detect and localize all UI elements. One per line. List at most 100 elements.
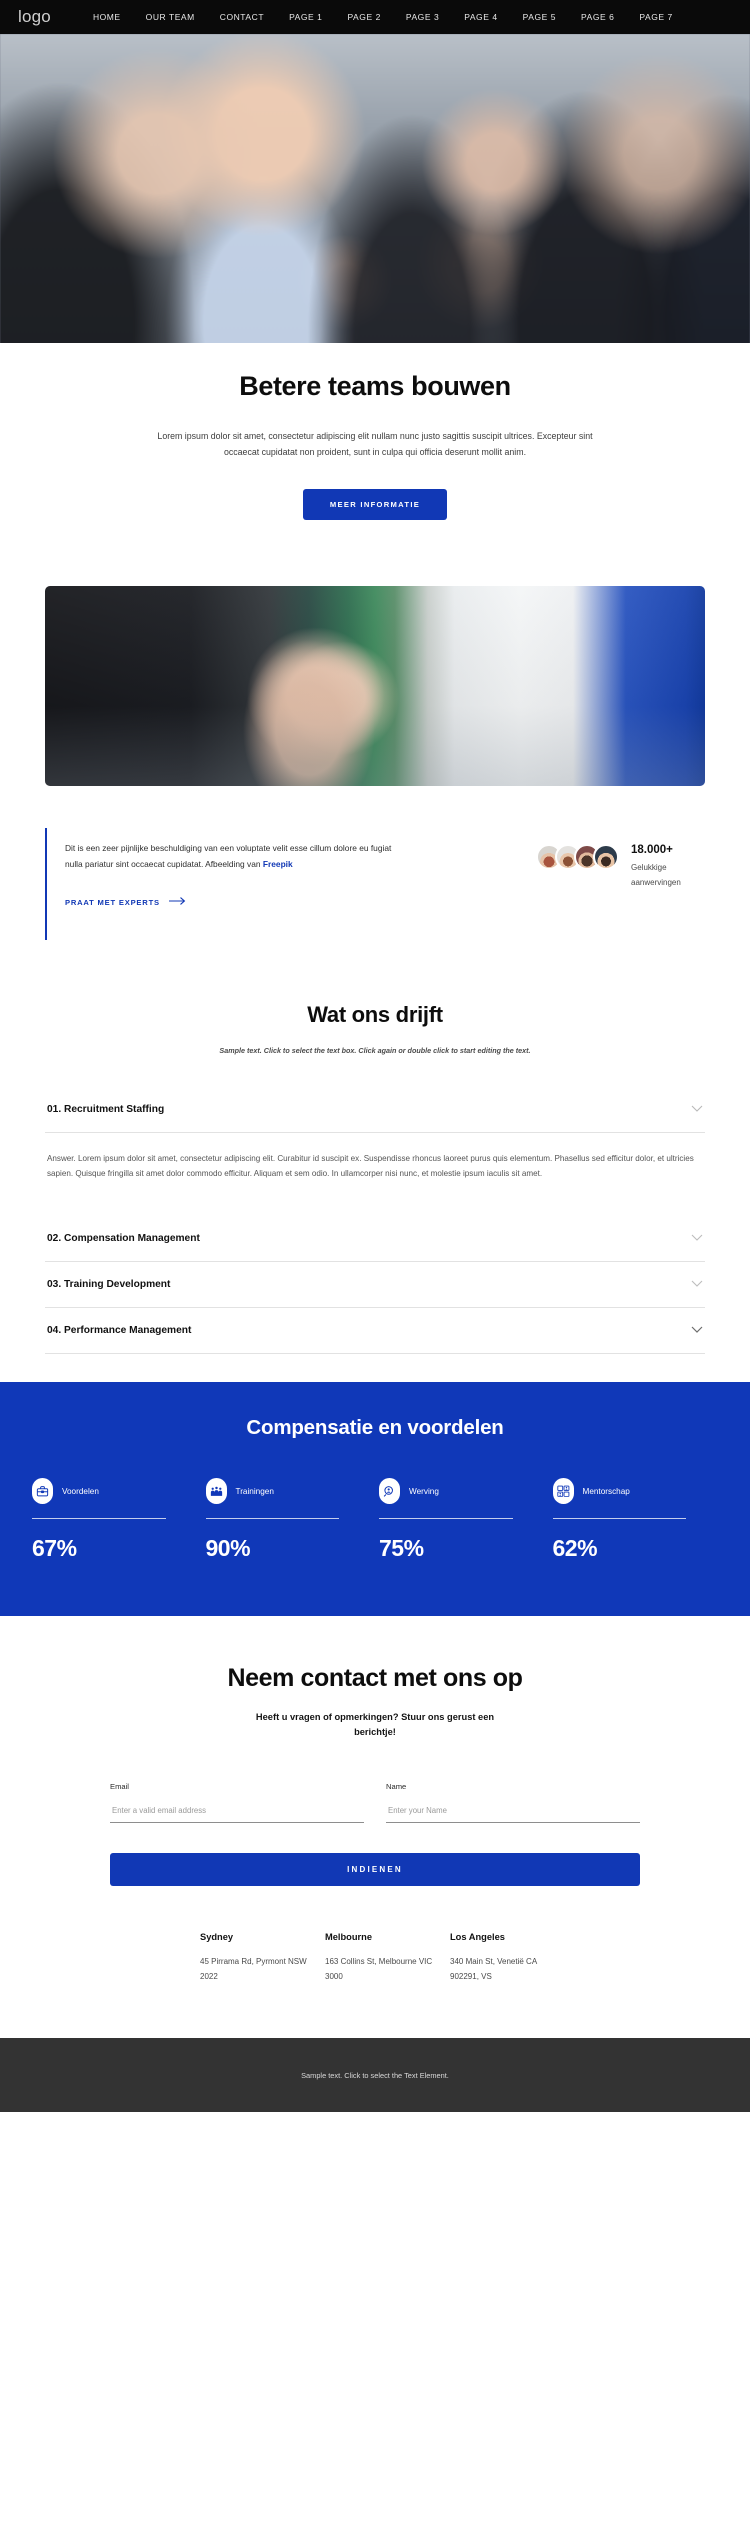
name-input[interactable] (386, 1803, 640, 1823)
team-photo-section (0, 543, 750, 786)
office-sydney: Sydney 45 Pirrama Rd, Pyrmont NSW 2022 (200, 1932, 325, 1984)
office-city-los-angeles: Los Angeles (450, 1931, 505, 1942)
testimonial-text: Dit is een zeer pijnlijke beschuldiging … (65, 840, 405, 874)
office-city-sydney: Sydney (200, 1931, 234, 1942)
main-navigation: HOME OUR TEAM CONTACT PAGE 1 PAGE 2 PAGE… (93, 12, 673, 22)
name-label: Name (386, 1781, 407, 1791)
nav-item-contact[interactable]: CONTACT (220, 12, 264, 22)
email-label: Email (110, 1781, 129, 1791)
hero-content: Betere teams bouwen Lorem ipsum dolor si… (0, 343, 750, 544)
benefits-section: Compensatie en voordelen Voordelen 67% T… (0, 1382, 750, 1617)
accordion-title-4: 04. Performance Management (47, 1325, 192, 1337)
nav-item-page-3[interactable]: PAGE 3 (406, 12, 439, 22)
benefits-grid: Voordelen 67% Trainingen 90% Werving 75%… (32, 1478, 718, 1562)
testimonial-body: Dit is een zeer pijnlijke beschuldiging … (65, 842, 392, 870)
people-group-icon (205, 1478, 227, 1505)
office-address-los-angeles: 340 Main St, Venetië CA 902291, VS (450, 1956, 537, 1982)
nav-item-page-5[interactable]: PAGE 5 (523, 12, 556, 22)
hires-stat-text: 18.000+ Gelukkige aanwervingen (631, 844, 697, 891)
nav-item-page-4[interactable]: PAGE 4 (464, 12, 497, 22)
benefit-head-1: Voordelen (32, 1478, 188, 1505)
benefit-label-3: Werving (409, 1486, 439, 1496)
accordion-item-4: 04. Performance Management (45, 1308, 705, 1355)
offices-list: Sydney 45 Pirrama Rd, Pyrmont NSW 2022 M… (200, 1932, 750, 1984)
contact-section: Neem contact met ons op Heeft u vragen o… (0, 1616, 750, 1985)
benefit-value-2: 90% (205, 1535, 251, 1562)
accordion-item-2: 02. Compensation Management (45, 1216, 705, 1263)
benefit-cell-werving: Werving 75% (379, 1478, 545, 1562)
values-subtitle: Sample text. Click to select the text bo… (219, 1045, 531, 1055)
benefit-cell-mentorschap: Mentorschap 62% (552, 1478, 719, 1562)
contact-subtitle: Heeft u vragen of opmerkingen? Stuur ons… (255, 1712, 495, 1738)
nav-item-page-7[interactable]: PAGE 7 (639, 12, 672, 22)
chevron-down-icon[interactable] (691, 1325, 703, 1336)
accordion-list: 01. Recruitment Staffing Answer. Lorem i… (45, 1087, 705, 1355)
benefits-title: Compensatie en voordelen (246, 1416, 504, 1440)
email-input[interactable] (110, 1803, 364, 1823)
office-los-angeles: Los Angeles 340 Main St, Venetië CA 9022… (450, 1932, 575, 1984)
benefit-label-4: Mentorschap (582, 1486, 630, 1496)
contact-title: Neem contact met ons op (227, 1664, 523, 1693)
chevron-down-icon[interactable] (691, 1279, 703, 1290)
footer-text: Sample text. Click to select the Text El… (301, 2070, 449, 2080)
talk-to-experts-label: PRAAT MET EXPERTS (65, 897, 160, 907)
nav-item-page-6[interactable]: PAGE 6 (581, 12, 614, 22)
team-handshake-photo (45, 585, 705, 786)
values-section: Wat ons drijft Sample text. Click to sel… (0, 949, 750, 1383)
happy-hires-stat: 18.000+ Gelukkige aanwervingen (536, 828, 705, 891)
briefcase-icon (32, 1478, 53, 1505)
benefit-value-1: 67% (32, 1535, 77, 1562)
magnifier-person-icon (379, 1478, 400, 1505)
benefit-value-4: 62% (552, 1535, 598, 1562)
testimonial-block: Dit is een zeer pijnlijke beschuldiging … (45, 827, 405, 940)
benefit-head-4: Mentorschap (552, 1478, 709, 1505)
nav-item-page-1[interactable]: PAGE 1 (289, 12, 322, 22)
freepik-link[interactable]: Freepik (263, 859, 293, 869)
office-address-melbourne: 163 Collins St, Melbourne VIC 3000 (325, 1956, 433, 1982)
chevron-down-icon[interactable] (691, 1104, 703, 1115)
site-logo[interactable]: logo (18, 7, 51, 27)
hires-count: 18.000+ (631, 843, 673, 856)
chevron-down-icon[interactable] (691, 1233, 703, 1244)
arrow-right-icon (168, 897, 187, 907)
testimonial-row: Dit is een zeer pijnlijke beschuldiging … (45, 827, 705, 950)
contact-form: Email Name (110, 1782, 640, 1823)
accordion-title-1: 01. Recruitment Staffing (47, 1103, 165, 1115)
name-field-group: Name (386, 1782, 640, 1823)
id-cards-icon (552, 1478, 574, 1505)
office-melbourne: Melbourne 163 Collins St, Melbourne VIC … (325, 1932, 450, 1984)
office-city-melbourne: Melbourne (325, 1931, 373, 1942)
accordion-divider-4 (45, 1353, 705, 1355)
accordion-header-3[interactable]: 03. Training Development (45, 1262, 705, 1307)
accordion-item-1: 01. Recruitment Staffing Answer. Lorem i… (45, 1087, 705, 1217)
avatar-4 (593, 843, 619, 870)
hero-subtitle: Lorem ipsum dolor sit amet, consectetur … (157, 431, 593, 458)
values-title: Wat ons drijft (307, 1001, 443, 1027)
site-footer: Sample text. Click to select the Text El… (0, 2038, 750, 2113)
accordion-header-1[interactable]: 01. Recruitment Staffing (45, 1087, 705, 1132)
benefit-rule-3 (379, 1518, 513, 1520)
nav-item-our-team[interactable]: OUR TEAM (146, 12, 195, 22)
accordion-title-3: 03. Training Development (47, 1279, 171, 1291)
page-title: Betere teams bouwen (239, 371, 511, 401)
email-field-group: Email (110, 1782, 364, 1823)
nav-item-page-2[interactable]: PAGE 2 (347, 12, 380, 22)
office-address-sydney: 45 Pirrama Rd, Pyrmont NSW 2022 (200, 1956, 307, 1982)
benefit-cell-voordelen: Voordelen 67% (32, 1478, 198, 1562)
site-header: logo HOME OUR TEAM CONTACT PAGE 1 PAGE 2… (0, 0, 750, 34)
avatar-group (536, 843, 619, 870)
accordion-title-2: 02. Compensation Management (47, 1233, 200, 1245)
benefit-label-1: Voordelen (62, 1486, 99, 1496)
more-information-button[interactable]: MEER INFORMATIE (302, 488, 448, 520)
benefit-rule-2 (205, 1518, 340, 1520)
benefit-rule-4 (552, 1518, 687, 1520)
accordion-header-4[interactable]: 04. Performance Management (45, 1308, 705, 1353)
submit-button[interactable]: INDIENEN (110, 1852, 640, 1886)
benefit-cell-trainingen: Trainingen 90% (205, 1478, 372, 1562)
talk-to-experts-link[interactable]: PRAAT MET EXPERTS (65, 897, 187, 907)
benefit-head-2: Trainingen (205, 1478, 362, 1505)
benefit-label-2: Trainingen (235, 1486, 274, 1496)
accordion-header-2[interactable]: 02. Compensation Management (45, 1216, 705, 1261)
nav-item-home[interactable]: HOME (93, 12, 121, 22)
benefit-value-3: 75% (379, 1535, 424, 1562)
